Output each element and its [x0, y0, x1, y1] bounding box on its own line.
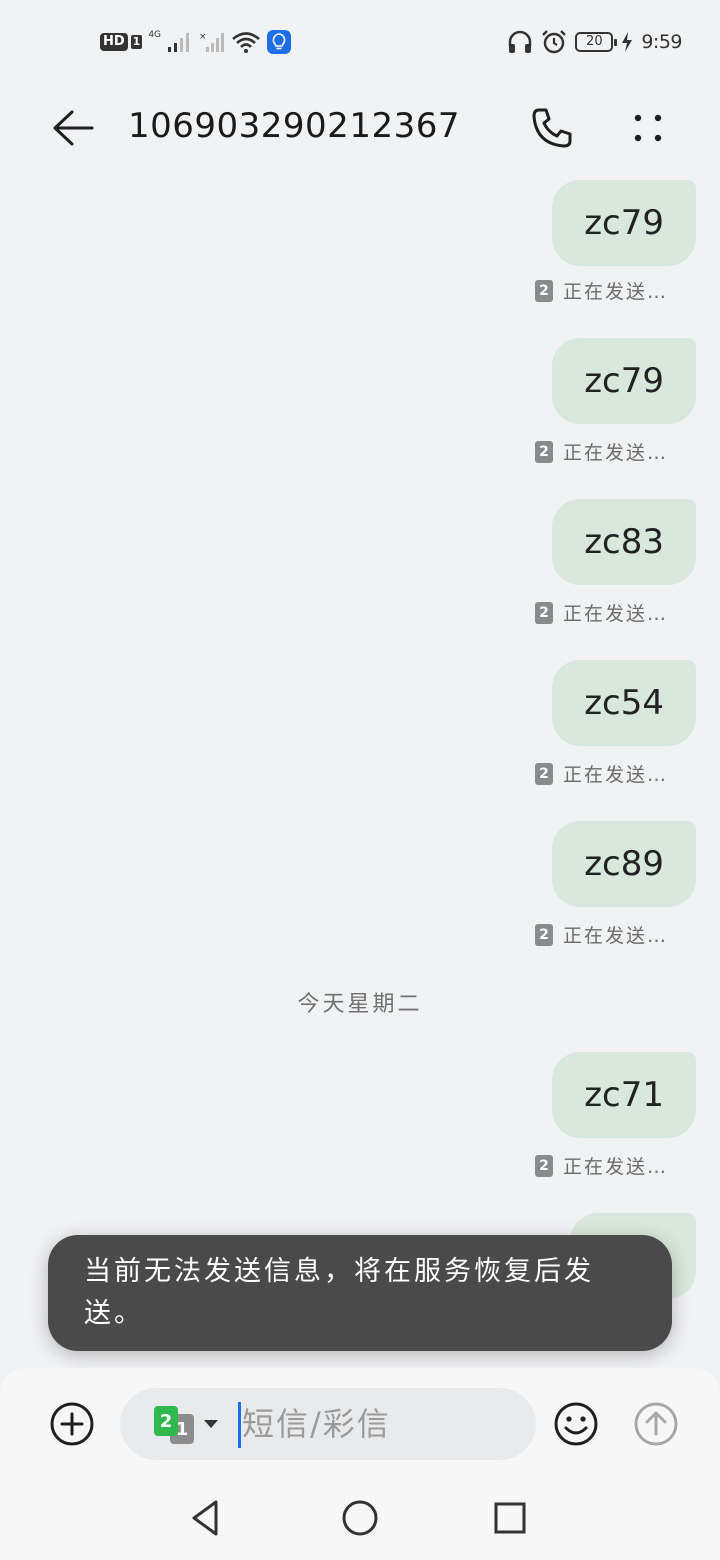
- conversation-header: 106903290212367: [0, 84, 720, 180]
- message-bubble[interactable]: zc54: [552, 660, 696, 746]
- status-text: 正在发送…: [562, 442, 668, 464]
- sim1-badge: 1: [130, 35, 143, 49]
- back-arrow-icon: [53, 110, 94, 146]
- charging-icon: [622, 32, 633, 52]
- phone-icon: [532, 108, 572, 148]
- composer-bar: 1 2: [0, 1368, 720, 1480]
- status-text: 正在发送…: [562, 1156, 668, 1178]
- sim-tag: 2: [534, 762, 553, 785]
- emoji-button[interactable]: [552, 1400, 600, 1448]
- sim-tag: 2: [534, 601, 553, 624]
- message-input[interactable]: [242, 1400, 522, 1448]
- message-status: 2 正在发送…: [534, 599, 668, 626]
- date-separator: 今天星期二: [297, 992, 423, 1017]
- status-bar: HD 1 4G × 20 9:59: [0, 0, 720, 84]
- message-status: 2 正在发送…: [534, 438, 668, 465]
- headphones-icon: [509, 30, 532, 53]
- sim-tag: 2: [534, 440, 553, 463]
- emoji-icon: [554, 1402, 598, 1446]
- wifi-icon: [232, 32, 260, 53]
- send-button[interactable]: [632, 1400, 680, 1448]
- battery-icon: 20: [575, 32, 618, 52]
- text-cursor: [238, 1402, 241, 1448]
- message-bubble[interactable]: zc79: [552, 180, 696, 266]
- chevron-down-icon: [204, 1420, 218, 1428]
- send-arrow-icon: [634, 1402, 678, 1446]
- status-text: 正在发送…: [562, 925, 668, 947]
- sim-tag: 2: [534, 923, 553, 946]
- sim-tag: 2: [534, 279, 553, 302]
- nav-back-icon[interactable]: [186, 1498, 226, 1538]
- toast-message: 当前无法发送信息，将在服务恢复后发送。: [48, 1235, 672, 1351]
- hd-badge: HD: [100, 33, 128, 51]
- plus-circle-icon: [50, 1402, 94, 1446]
- message-status: 2 正在发送…: [534, 760, 668, 787]
- more-options-button[interactable]: [622, 102, 674, 154]
- message-bubble[interactable]: zc89: [552, 821, 696, 907]
- status-text: 正在发送…: [562, 281, 668, 303]
- status-right: 20 9:59: [507, 28, 682, 56]
- nav-home-icon[interactable]: [340, 1498, 380, 1538]
- lightbulb-icon: [267, 30, 292, 54]
- status-left: HD 1 4G ×: [100, 28, 292, 56]
- nav-recents-icon[interactable]: [492, 1500, 528, 1536]
- message-status: 2 正在发送…: [534, 277, 668, 304]
- sim-tag: 2: [534, 1154, 553, 1177]
- messaging-screen: HD 1 4G × 20 9:59 106903290212367 zc79 2…: [0, 0, 720, 1560]
- signal-icon: ×: [199, 32, 225, 52]
- alarm-icon: [542, 30, 567, 54]
- message-status: 2 正在发送…: [534, 921, 668, 948]
- message-list[interactable]: zc79 2 正在发送… zc79 2 正在发送… zc83 2 正在发送… z…: [0, 180, 720, 1370]
- conversation-title: 106903290212367: [128, 106, 460, 146]
- call-button[interactable]: [526, 102, 578, 154]
- status-text: 正在发送…: [562, 603, 668, 625]
- clock: 9:59: [641, 31, 682, 53]
- navigation-bar: [0, 1480, 720, 1560]
- status-text: 正在发送…: [562, 764, 668, 786]
- message-bubble[interactable]: zc71: [552, 1052, 696, 1138]
- message-bubble[interactable]: zc79: [552, 338, 696, 424]
- signal-icon: [168, 33, 190, 52]
- sim-card-icon: 2: [154, 1406, 178, 1436]
- svg-text:×: ×: [199, 32, 207, 42]
- back-button[interactable]: [46, 102, 98, 154]
- message-input-container: 1 2: [120, 1388, 536, 1460]
- sim-selector[interactable]: 1 2: [152, 1404, 222, 1444]
- message-status: 2 正在发送…: [534, 1152, 668, 1179]
- network-type: 4G: [148, 30, 162, 40]
- more-dots-icon: [634, 114, 662, 142]
- message-bubble[interactable]: zc83: [552, 499, 696, 585]
- add-attachment-button[interactable]: [48, 1400, 96, 1448]
